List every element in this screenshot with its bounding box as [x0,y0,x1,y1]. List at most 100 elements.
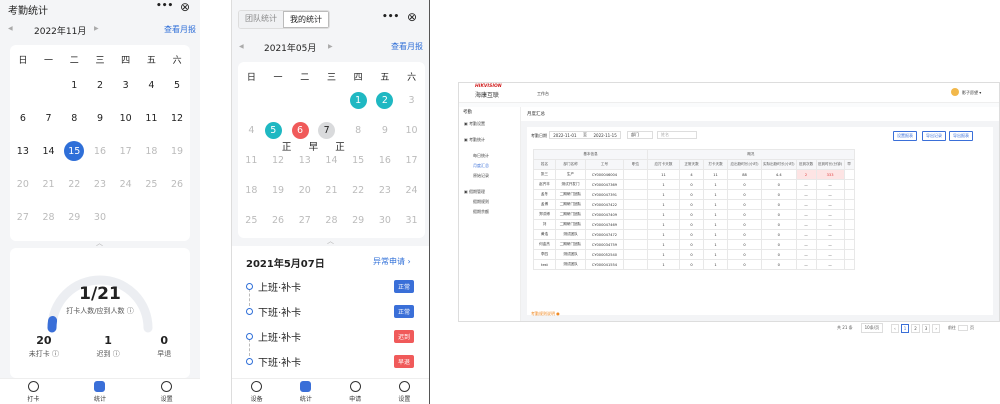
calendar-day[interactable]: 18 [139,141,165,161]
sidebar-item[interactable]: 假期规则 [473,199,489,205]
calendar-day[interactable]: 9 [87,108,113,128]
nav-item[interactable]: 设置 [147,379,187,404]
name-search-input[interactable]: 姓名 [657,131,697,139]
calendar-day[interactable]: 13 [10,141,36,161]
collapse-icon[interactable]: ︿ [327,236,334,246]
calendar-day[interactable]: 17 [113,141,139,161]
calendar-day[interactable]: 21 [36,174,62,194]
nav-item[interactable]: 打卡 [13,379,53,404]
calendar-day[interactable]: 4 [139,75,165,95]
calendar-day[interactable]: 4 [238,120,265,140]
calendar-day[interactable]: 11 [238,150,265,170]
tab[interactable]: 团队统计 [239,11,283,28]
calendar-day[interactable]: 17 [398,150,425,170]
calendar-day[interactable]: 3 [113,75,139,95]
avatar[interactable] [951,88,959,96]
next-month-icon[interactable]: ▶ [328,43,333,50]
table-row[interactable]: 孟冬 二期研门团队 CY000047391 1 0 1 0 0— — [533,189,855,200]
calendar-day[interactable]: 22 [345,180,372,200]
next-month-icon[interactable]: ▶ [94,25,99,32]
sidebar-item[interactable]: 假期余额 [473,209,489,215]
table-row[interactable]: 何金杰 二期研门团队 CY000034759 1 0 1 0 0— — [533,239,855,250]
punch-record[interactable]: 上班·补卡 迟到 [246,329,414,344]
calendar-day[interactable]: 28 [318,210,345,230]
calendar-day[interactable]: 29 [61,207,87,227]
page-number[interactable]: 2 [911,323,920,333]
sidebar-item[interactable]: 每日统计 [473,153,489,159]
collapse-icon[interactable]: ︿ [96,238,103,248]
calendar-day[interactable]: 7正 [318,120,345,153]
calendar-day[interactable]: 31 [398,210,425,230]
calendar-day[interactable]: 2 [372,90,399,110]
calendar-day[interactable]: 23 [372,180,399,200]
export-records-button[interactable]: 导出记录 [922,131,946,141]
goto-page-input[interactable] [957,325,968,331]
calendar-day-grey[interactable]: 7 [318,121,336,139]
calendar-day[interactable]: 28 [36,207,62,227]
abnormal-request-link[interactable]: 异常申请 › [373,256,411,267]
calendar-day[interactable]: 15 [61,141,87,161]
table-row[interactable]: 赵齐丰 测试开发门 CY000047369 1 0 1 0 0— — [533,179,855,190]
calendar-day[interactable]: 6早 [291,120,318,153]
calendar-day[interactable]: 13 [291,150,318,170]
calendar-day[interactable]: 12 [164,108,190,128]
calendar-day[interactable]: 10 [398,120,425,140]
calendar-day[interactable]: 19 [164,141,190,161]
calendar-day[interactable]: 22 [61,174,87,194]
calendar-day[interactable]: 16 [372,150,399,170]
calendar-day[interactable]: 16 [87,141,113,161]
view-monthly-report-link[interactable]: 查看月报 [391,41,423,52]
next-page-icon[interactable]: › [932,323,940,333]
view-monthly-report-link[interactable]: 查看月报 [164,24,196,35]
more-icon[interactable]: ••• [382,12,399,22]
calendar-day[interactable]: 10 [113,108,139,128]
calendar-day[interactable]: 26 [265,210,292,230]
calendar-day[interactable]: 1 [345,90,372,110]
calendar-day[interactable]: 30 [372,210,399,230]
calendar-day[interactable]: 3 [398,90,425,110]
calendar-day[interactable]: 6 [10,108,36,128]
nav-item[interactable]: 统计 [80,379,120,404]
table-row[interactable]: test 测试团队 CY000041554 1 0 1 0 0— — [533,259,855,270]
calendar-day[interactable]: 29 [345,210,372,230]
calendar-day[interactable]: 14 [36,141,62,161]
calendar-day[interactable]: 5正 [264,120,291,153]
calendar-day[interactable]: 8 [345,120,372,140]
info-icon[interactable]: ⓘ [127,307,134,315]
calendar-day[interactable]: 27 [10,207,36,227]
more-icon[interactable]: ••• [156,1,173,11]
close-icon[interactable]: ⊗ [180,0,190,14]
sidebar-item[interactable]: ▣ 假期管理 [464,189,485,195]
sidebar-item[interactable]: ▣ 考勤设置 [464,121,485,127]
calendar-day[interactable]: 20 [10,174,36,194]
table-row[interactable]: 李四 测试团队 CY000052540 1 0 1 0 0— — [533,249,855,260]
calendar-day-teal[interactable]: 1 [349,91,367,109]
calendar-day[interactable]: 8 [61,108,87,128]
calendar-day[interactable]: 26 [164,174,190,194]
prev-month-icon[interactable]: ◀ [239,43,244,50]
table-row[interactable]: 黄浩 测试团队 CY000047472 1 0 1 0 0— — [533,229,855,240]
calendar-day[interactable]: 7 [36,108,62,128]
workbench-link[interactable]: 工作台 [537,91,549,97]
calendar-day[interactable]: 5 [164,75,190,95]
tab[interactable]: 我的统计 [283,11,329,28]
export-report-button[interactable]: 导出报表 [949,131,973,141]
page-size-select[interactable]: 10条/页 [860,323,884,333]
info-icon[interactable]: ⓘ [50,350,59,358]
calendar-day[interactable]: 21 [318,180,345,200]
sidebar-item[interactable]: 原始记录 [473,173,489,179]
table-row[interactable]: 孟博 二期研门团队 CY000047422 1 0 1 0 0— — [533,199,855,210]
dept-select[interactable]: 部门 [627,131,653,139]
settings-report-button[interactable]: 设置报表 [893,131,917,141]
nav-item[interactable]: 统计 [286,379,326,404]
calendar-day[interactable]: 18 [238,180,265,200]
prev-month-icon[interactable]: ◀ [8,25,13,32]
table-row[interactable]: 郑洪博 二期研门团队 CY000047409 1 0 1 0 0— — [533,209,855,220]
calendar-day[interactable]: 2 [87,75,113,95]
calendar-day[interactable]: 23 [87,174,113,194]
calendar-day[interactable]: 25 [139,174,165,194]
calendar-day[interactable]: 25 [238,210,265,230]
table-row[interactable]: 张三 生产 CY000046004 11 4 11 88 4.4 2 333 [533,169,855,180]
user-name[interactable]: 影子愿望 ▾ [962,90,981,96]
calendar-day-selected[interactable]: 15 [64,141,85,161]
